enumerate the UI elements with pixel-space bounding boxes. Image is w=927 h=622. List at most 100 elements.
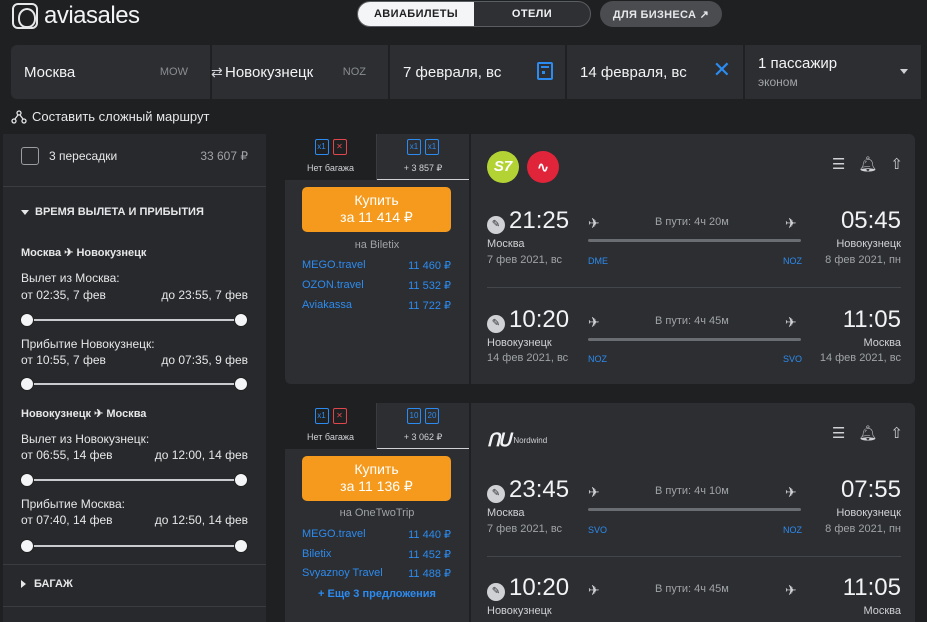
tab-with-baggage[interactable]: 10 20 + 3 062 ₽ [377, 403, 469, 449]
agency-link[interactable]: MEGO.travel [302, 528, 366, 540]
complex-route-link[interactable]: Составить сложный маршрут [11, 109, 209, 124]
dep-date: 14 фев 2021, вс [487, 352, 569, 364]
slider-handle-max[interactable] [234, 377, 248, 391]
agency-price[interactable]: 11 532 ₽ [408, 279, 451, 292]
leg1-dep-slider[interactable] [20, 313, 248, 327]
s7-logo: S7 [487, 151, 519, 183]
origin-field[interactable]: Москва MOW [11, 45, 210, 99]
logo-icon [12, 3, 38, 29]
leg1-dep-label: Вылет из Москва: [21, 271, 120, 285]
agency-price[interactable]: 11 488 ₽ [408, 567, 451, 580]
add-to-list-icon[interactable]: ☰ [832, 424, 845, 442]
agency-price[interactable]: 11 452 ₽ [408, 548, 451, 561]
passengers-field[interactable]: 1 пассажир эконом [745, 45, 921, 99]
leg1-dep-to: до 23:55, 7 фев [161, 288, 248, 302]
landing-icon: ✈ [785, 484, 797, 500]
logo-text: aviasales [44, 2, 140, 29]
tab-no-baggage[interactable]: x1 ✕ Нет багажа [285, 403, 377, 449]
calendar-icon[interactable] [537, 62, 553, 80]
stops-checkbox[interactable] [21, 147, 39, 165]
arr-date: 14 фев 2021, вс [819, 352, 901, 364]
slider-handle-max[interactable] [234, 313, 248, 327]
return-date-field[interactable]: 14 февраля, вс ✕ [567, 45, 743, 99]
takeoff-icon: ✈ [588, 582, 600, 598]
agency-link[interactable]: MEGO.travel [302, 259, 366, 271]
leg2-dep-slider[interactable] [20, 473, 248, 487]
share-icon[interactable]: ⇧ [890, 155, 903, 173]
add-to-list-icon[interactable]: ☰ [832, 155, 845, 173]
tab-with-baggage[interactable]: x1 x1 + 3 857 ₽ [377, 134, 469, 180]
slider-handle-min[interactable] [20, 539, 34, 553]
buy-button[interactable]: Купить за 11 414 ₽ [302, 187, 451, 232]
tab-no-baggage[interactable]: x1 ✕ Нет багажа [285, 134, 377, 180]
bell-icon[interactable]: 🔔︎ [858, 424, 877, 442]
leg1-arr-to: до 07:35, 9 фев [161, 353, 248, 367]
leg1-to: Новокузнецк [76, 247, 147, 259]
handbag-icon: x1 [314, 408, 329, 424]
dep-city: Москва [487, 238, 525, 250]
duration: В пути: 4ч 10м [655, 485, 729, 497]
agency-price[interactable]: 11 440 ₽ [408, 528, 451, 541]
logo[interactable]: aviasales [12, 2, 140, 30]
business-button[interactable]: ДЛЯ БИЗНЕСА ↗ [600, 1, 722, 27]
pin-icon[interactable]: ✎ [487, 485, 505, 503]
slider-handle-min[interactable] [20, 473, 34, 487]
share-icon[interactable]: ⇧ [890, 424, 903, 442]
arr-date: 8 фев 2021, пн [825, 254, 901, 266]
outbound-segment: ✎ 21:25 05:45 Москва Новокузнецк 7 фев 2… [487, 202, 901, 282]
agency-link[interactable]: Svyaznoy Travel [302, 567, 383, 579]
divider [3, 186, 266, 187]
ticket-card: x1 ✕ Нет багажа x1 x1 + 3 857 ₽ Купить за … [285, 134, 915, 384]
more-offers-link[interactable]: + Еще 3 предложения [285, 588, 469, 600]
ticket-segments[interactable]: ᑎᑌ Nordwind ☰ 🔔︎ ⇧ ✎ 23:45 07:55 Москва … [471, 403, 915, 622]
no-baggage-icon: ✕ [332, 408, 347, 424]
search-form: Москва MOW Новокузнецк NOZ 7 февраля, вс… [11, 45, 921, 99]
leg2-route: Новокузнецк ✈ Москва [21, 407, 146, 420]
slider-handle-max[interactable] [234, 473, 248, 487]
nordwind-mark-icon: ᑎᑌ [487, 430, 511, 450]
pin-icon[interactable]: ✎ [487, 315, 505, 333]
leg2-arr-from: от 07:40, 14 фев [21, 513, 113, 527]
buy-button[interactable]: Купить за 11 136 ₽ [302, 456, 451, 501]
clear-return-icon[interactable]: ✕ [713, 59, 731, 81]
slider-handle-min[interactable] [20, 377, 34, 391]
leg1-arr-slider[interactable] [20, 377, 248, 391]
leg2-dep-to: до 12:00, 14 фев [154, 448, 248, 462]
agency-link[interactable]: OZON.travel [302, 279, 364, 291]
baggage-price: + 3 857 ₽ [403, 163, 443, 173]
filters-sidebar: 3 пересадки 33 607 ₽ ВРЕМЯ ВЫЛЕТА И ПРИБ… [3, 134, 266, 622]
handbag-icon: x1 [314, 139, 329, 155]
baggage-filter-header[interactable]: БАГАЖ [21, 578, 73, 590]
agency-link[interactable]: Biletix [302, 548, 331, 560]
bell-icon[interactable]: 🔔︎ [858, 155, 877, 173]
tab-flights[interactable]: АВИАБИЛЕТЫ [358, 2, 474, 26]
swap-icon[interactable]: ⇄ [211, 64, 223, 81]
takeoff-icon: ✈ [588, 215, 600, 231]
slider-handle-min[interactable] [20, 313, 34, 327]
route-bar [588, 508, 801, 511]
slider-handle-max[interactable] [234, 539, 248, 553]
dep-airport: SVO [588, 525, 608, 535]
dep-city: Новокузнецк [487, 605, 552, 617]
tab-hotels[interactable]: ОТЕЛИ [474, 2, 590, 26]
leg2-to: Москва [106, 408, 147, 420]
pin-icon[interactable]: ✎ [487, 583, 505, 601]
agency-price[interactable]: 11 722 ₽ [408, 299, 451, 312]
leg1-from: Москва [21, 247, 62, 259]
destination-value: Новокузнецк [225, 63, 314, 81]
agency-link[interactable]: Aviakassa [302, 299, 352, 311]
outbound-segment: ✎ 23:45 07:55 Москва Новокузнецк 7 фев 2… [487, 471, 901, 551]
ticket-actions: ☰ 🔔︎ ⇧ [832, 424, 903, 442]
pin-icon[interactable]: ✎ [487, 216, 505, 234]
plane-icon: ✈ [64, 247, 74, 259]
agency-price[interactable]: 11 460 ₽ [408, 259, 451, 272]
destination-field[interactable]: Новокузнецк NOZ [212, 45, 388, 99]
ticket-segments[interactable]: S7 ∿ ☰ 🔔︎ ⇧ ✎ 21:25 05:45 Москва Новокуз… [471, 134, 915, 384]
leg2-arr-slider[interactable] [20, 539, 248, 553]
times-filter-header[interactable]: ВРЕМЯ ВЫЛЕТА И ПРИБЫТИЯ [21, 206, 204, 218]
leg2-arr-to: до 12:50, 14 фев [154, 513, 248, 527]
origin-code: MOW [159, 66, 188, 78]
depart-date-value: 7 февраля, вс [403, 63, 502, 81]
plane-icon: ✈ [94, 408, 104, 420]
depart-date-field[interactable]: 7 февраля, вс [390, 45, 565, 99]
